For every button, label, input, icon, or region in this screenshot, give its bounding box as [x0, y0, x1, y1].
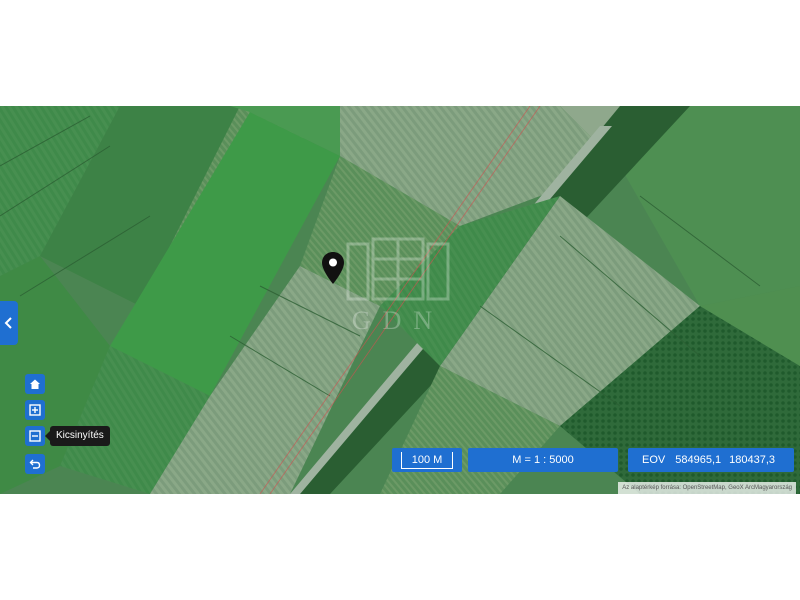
scale-ratio[interactable]: M = 1 : 5000: [468, 448, 618, 472]
zoom-out-button[interactable]: [25, 426, 45, 446]
coords-x: 584965,1: [675, 454, 722, 466]
scale-bar: 100 M: [392, 448, 462, 472]
minus-box-icon: [29, 430, 41, 442]
chevron-left-icon: [4, 317, 12, 329]
coordinates-display: EOV 584965,1 180437,3: [628, 448, 794, 472]
page: GDN Kicsinyítés 100 M M = 1: 5000 EOV 5…: [0, 0, 800, 600]
map-view[interactable]: GDN Kicsinyítés 100 M M = 1: 5000 EOV 5…: [0, 106, 800, 494]
watermark-text: GDN: [351, 306, 445, 335]
coords-y: 180437,3: [729, 454, 776, 466]
home-icon: [30, 379, 40, 389]
zoom-out-tooltip: Kicsinyítés: [45, 426, 110, 446]
back-button[interactable]: [25, 454, 45, 474]
watermark-logo: GDN: [318, 234, 478, 344]
sidebar-toggle-button[interactable]: [0, 301, 18, 345]
zoom-in-button[interactable]: [25, 400, 45, 420]
plus-box-icon: [29, 404, 41, 416]
undo-icon: [29, 459, 41, 469]
map-pin-icon[interactable]: [322, 252, 344, 284]
map-attribution[interactable]: Az alaptérkép forrása: OpenStreetMap, Ge…: [618, 482, 796, 494]
scale-bar-label: 100 M: [400, 451, 454, 469]
home-button[interactable]: [25, 374, 45, 394]
coords-system: EOV: [642, 454, 666, 466]
